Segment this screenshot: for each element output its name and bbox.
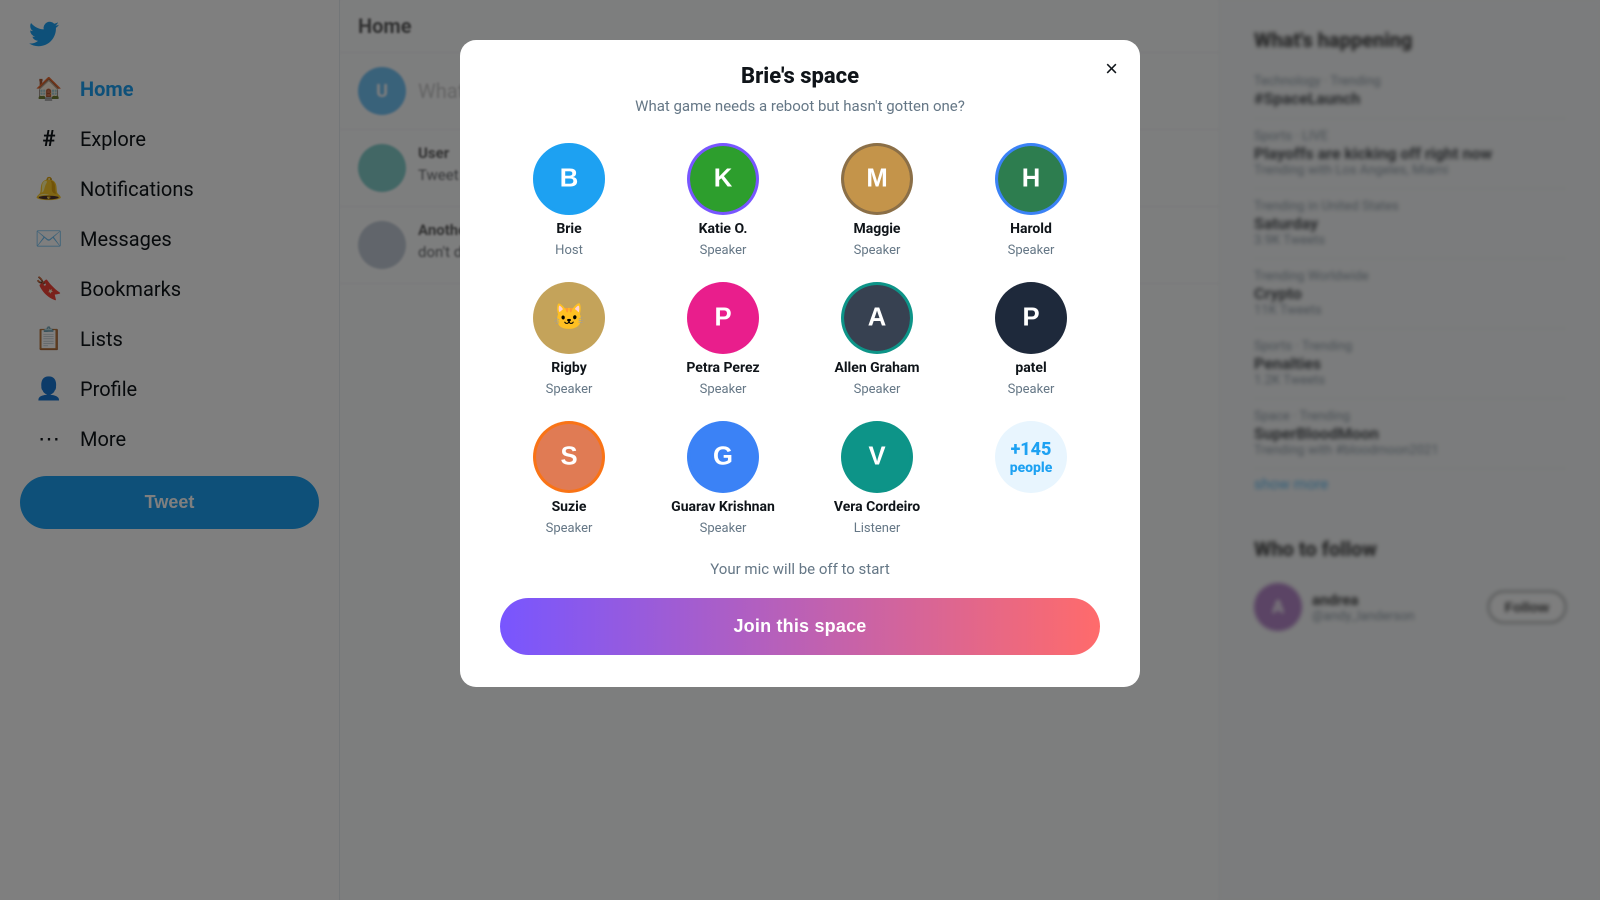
participant-role: Speaker: [1008, 382, 1055, 397]
participant-vera[interactable]: V Vera Cordeiro Listener: [808, 421, 946, 536]
participant-suzie[interactable]: S Suzie Speaker: [500, 421, 638, 536]
participant-role: Speaker: [1008, 243, 1055, 258]
participants-grid: B Brie Host K Katie O. Speaker M Maggie …: [500, 143, 1100, 536]
svg-text:V: V: [868, 442, 885, 470]
participant-avatar: V: [841, 421, 913, 493]
svg-text:M: M: [866, 164, 887, 192]
svg-text:K: K: [714, 164, 733, 192]
participant-role: Speaker: [700, 243, 747, 258]
modal-title: Brie's space: [500, 64, 1100, 89]
participant-name: Brie: [556, 221, 581, 237]
participant-guarav[interactable]: G Guarav Krishnan Speaker: [654, 421, 792, 536]
participant-extra[interactable]: +145 people: [962, 421, 1100, 536]
extra-count-circle: +145 people: [995, 421, 1067, 493]
participant-role: Speaker: [546, 382, 593, 397]
space-modal: × Brie's space What game needs a reboot …: [460, 40, 1140, 687]
modal-subtitle: What game needs a reboot but hasn't gott…: [500, 97, 1100, 115]
participant-name: Guarav Krishnan: [671, 499, 775, 515]
participant-avatar: B: [533, 143, 605, 215]
participant-role: Speaker: [854, 382, 901, 397]
participant-avatar: S: [533, 421, 605, 493]
svg-text:P: P: [714, 303, 731, 331]
participant-name: Harold: [1010, 221, 1052, 237]
participant-harold[interactable]: H Harold Speaker: [962, 143, 1100, 258]
participant-allen[interactable]: A Allen Graham Speaker: [808, 282, 946, 397]
participant-petra[interactable]: P Petra Perez Speaker: [654, 282, 792, 397]
modal-overlay: × Brie's space What game needs a reboot …: [0, 0, 1600, 900]
participant-role: Speaker: [854, 243, 901, 258]
svg-text:S: S: [560, 442, 577, 470]
svg-text:G: G: [713, 442, 733, 470]
participant-avatar: 🐱: [533, 282, 605, 354]
participant-maggie[interactable]: M Maggie Speaker: [808, 143, 946, 258]
participant-role: Speaker: [700, 382, 747, 397]
participant-name: Rigby: [551, 360, 587, 376]
participant-patel[interactable]: P patel Speaker: [962, 282, 1100, 397]
participant-role: Host: [555, 243, 583, 258]
participant-avatar: M: [841, 143, 913, 215]
participant-name: Allen Graham: [834, 360, 919, 376]
participant-name: patel: [1015, 360, 1046, 376]
participant-role: Speaker: [700, 521, 747, 536]
participant-avatar: P: [687, 282, 759, 354]
participant-name: Vera Cordeiro: [834, 499, 920, 515]
extra-label: people: [1010, 460, 1053, 476]
participant-name: Petra Perez: [686, 360, 759, 376]
mic-notice: Your mic will be off to start: [500, 560, 1100, 578]
participant-avatar: P: [995, 282, 1067, 354]
participant-avatar: H: [995, 143, 1067, 215]
svg-text:P: P: [1022, 303, 1039, 331]
participant-katie[interactable]: K Katie O. Speaker: [654, 143, 792, 258]
participant-avatar: K: [687, 143, 759, 215]
participant-rigby[interactable]: 🐱 Rigby Speaker: [500, 282, 638, 397]
participant-name: Maggie: [853, 221, 900, 237]
participant-brie[interactable]: B Brie Host: [500, 143, 638, 258]
participant-name: Suzie: [552, 499, 587, 515]
svg-text:A: A: [868, 303, 887, 331]
join-space-button[interactable]: Join this space: [500, 598, 1100, 655]
svg-text:H: H: [1022, 164, 1041, 192]
extra-count: +145: [1011, 439, 1052, 460]
participant-avatar: G: [687, 421, 759, 493]
participant-name: Katie O.: [699, 221, 748, 237]
participant-role: Speaker: [546, 521, 593, 536]
close-button[interactable]: ×: [1105, 58, 1118, 80]
participant-role: Listener: [854, 521, 901, 536]
svg-text:🐱: 🐱: [553, 302, 585, 331]
svg-text:B: B: [560, 164, 579, 192]
participant-avatar: A: [841, 282, 913, 354]
